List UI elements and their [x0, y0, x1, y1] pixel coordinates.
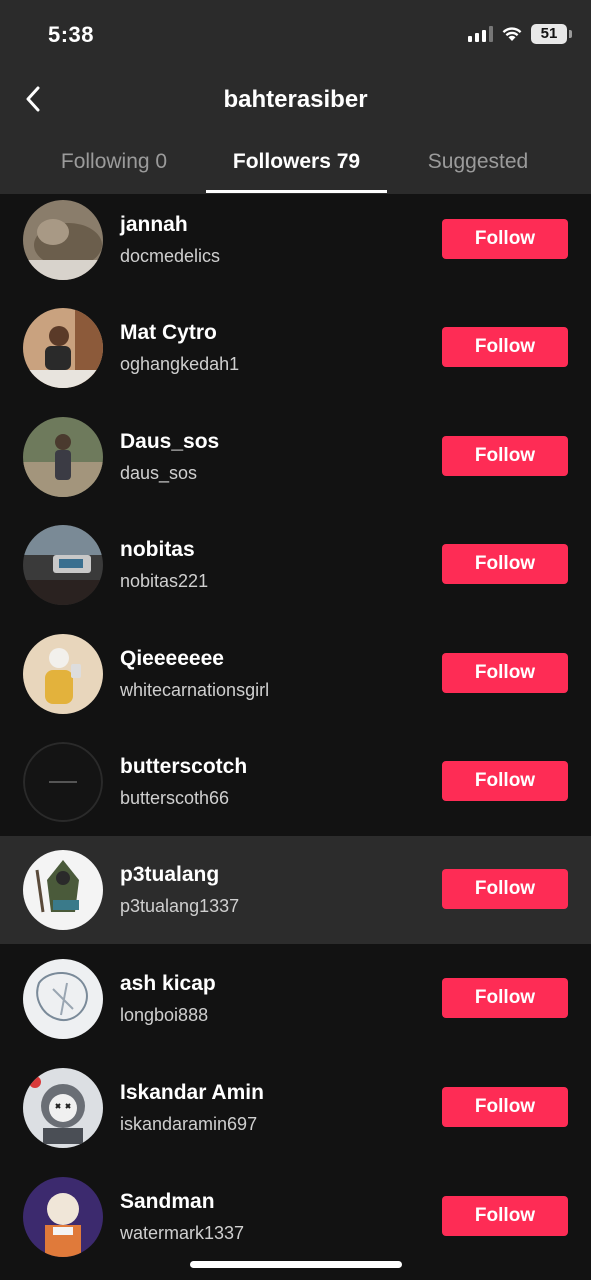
- follow-button[interactable]: Follow: [442, 436, 568, 476]
- follow-button[interactable]: Follow: [442, 544, 568, 584]
- follower-name: butterscotch: [120, 755, 248, 778]
- follow-button[interactable]: Follow: [442, 327, 568, 367]
- header-area: 5:38 51 bahterasiber Following 0 Followe…: [0, 0, 591, 194]
- tab-bar: Following 0 Followers 79 Suggested: [0, 140, 591, 194]
- avatar[interactable]: [23, 525, 103, 605]
- list-item[interactable]: ash kicap longboi888 Follow: [0, 953, 591, 1061]
- follower-name: p3tualang: [120, 863, 220, 886]
- status-time: 5:38: [48, 22, 95, 47]
- follow-button[interactable]: Follow: [442, 1196, 568, 1236]
- follower-handle: nobitas221: [120, 571, 209, 591]
- list-item[interactable]: nobitas nobitas221 Follow: [0, 519, 591, 627]
- avatar[interactable]: [23, 1068, 103, 1148]
- home-indicator[interactable]: [190, 1261, 402, 1268]
- avatar[interactable]: [23, 850, 103, 930]
- follow-button[interactable]: Follow: [442, 1087, 568, 1127]
- follower-name: ash kicap: [120, 972, 216, 995]
- list-item[interactable]: butterscotch butterscoth66 Follow: [0, 736, 591, 844]
- avatar[interactable]: [23, 1177, 103, 1257]
- follower-name: Mat Cytro: [120, 321, 217, 344]
- follow-button[interactable]: Follow: [442, 761, 568, 801]
- follower-handle: p3tualang1337: [120, 896, 240, 916]
- page-title: bahterasiber: [223, 86, 368, 113]
- follower-name: Iskandar Amin: [120, 1081, 264, 1104]
- status-icons: 51: [468, 24, 572, 44]
- follower-name: nobitas: [120, 538, 195, 561]
- list-item[interactable]: Qieeeeeee whitecarnationsgirl Follow: [0, 628, 591, 736]
- follower-name: Sandman: [120, 1190, 215, 1213]
- tab-followers[interactable]: Followers 79: [206, 140, 387, 194]
- tab-following[interactable]: Following 0: [28, 140, 200, 194]
- avatar[interactable]: [23, 742, 103, 822]
- follow-button[interactable]: Follow: [442, 219, 568, 259]
- follower-handle: longboi888: [120, 1005, 209, 1025]
- follower-handle: whitecarnationsgirl: [120, 680, 270, 700]
- list-item[interactable]: Iskandar Amin iskandaramin697 Follow: [0, 1062, 591, 1170]
- follower-handle: watermark1337: [120, 1223, 245, 1243]
- follower-handle: daus_sos: [120, 463, 198, 483]
- follower-name: jannah: [120, 213, 188, 236]
- follower-name: Daus_sos: [120, 430, 220, 453]
- list-item[interactable]: Daus_sos daus_sos Follow: [0, 411, 591, 519]
- follow-button[interactable]: Follow: [442, 653, 568, 693]
- follower-handle: iskandaramin697: [120, 1114, 258, 1134]
- follower-handle: docmedelics: [120, 246, 221, 266]
- avatar[interactable]: [23, 634, 103, 714]
- follow-button[interactable]: Follow: [442, 978, 568, 1018]
- wifi-icon: [502, 27, 522, 41]
- avatar[interactable]: [23, 959, 103, 1039]
- signal-icon: [468, 26, 493, 42]
- avatar[interactable]: [23, 417, 103, 497]
- follower-handle: butterscoth66: [120, 788, 230, 808]
- battery-indicator: 51: [531, 24, 572, 44]
- list-item[interactable]: Mat Cytro oghangkedah1 Follow: [0, 302, 591, 410]
- avatar[interactable]: [23, 200, 103, 280]
- list-item[interactable]: p3tualang p3tualang1337 Follow: [0, 836, 591, 944]
- tab-suggested[interactable]: Suggested: [392, 140, 564, 194]
- active-tab-indicator: [206, 190, 387, 193]
- list-item[interactable]: jannah docmedelics Follow: [0, 194, 591, 302]
- followers-list[interactable]: jannah docmedelics Follow Mat Cytro ogha…: [0, 194, 591, 1280]
- follow-button[interactable]: Follow: [442, 869, 568, 909]
- follower-name: Qieeeeeee: [120, 647, 224, 670]
- follower-handle: oghangkedah1: [120, 354, 240, 374]
- avatar[interactable]: [23, 308, 103, 388]
